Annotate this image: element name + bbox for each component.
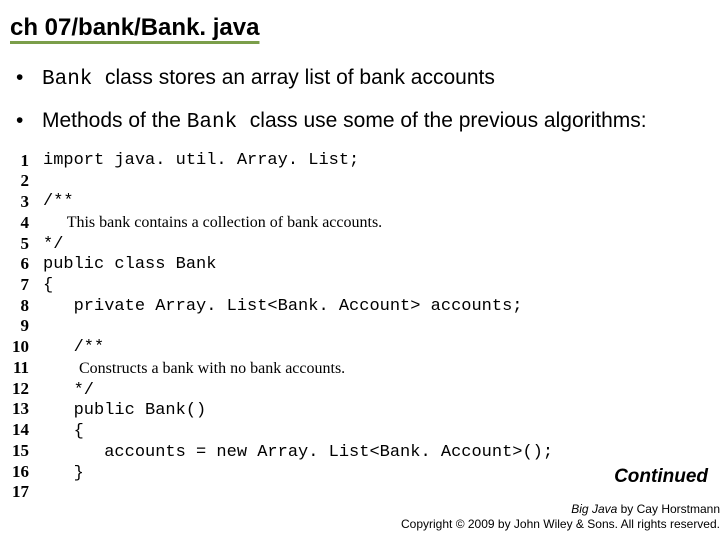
bullet-item: • Methods of the Bank class use some of … xyxy=(16,107,710,136)
bullet-rest: class stores an array list of bank accou… xyxy=(105,66,495,89)
code-line: */ xyxy=(43,235,63,254)
bullet-marker: • xyxy=(16,107,42,136)
bullet-code-span: Bank xyxy=(187,111,250,134)
code-comment: Constructs a bank with no bank accounts. xyxy=(43,360,345,377)
code-line: /** xyxy=(43,338,104,357)
footer-line-1: Big Java by Cay Horstmann xyxy=(401,502,720,517)
code-line: /** xyxy=(43,192,74,211)
bullet-text: Methods of the Bank class use some of th… xyxy=(42,107,710,136)
code-line: private Array. List<Bank. Account> accou… xyxy=(43,297,522,316)
code-content: import java. util. Array. List; /** This… xyxy=(43,151,553,503)
code-line: */ xyxy=(43,381,94,400)
continued-label: Continued xyxy=(614,466,708,488)
footer: Big Java by Cay Horstmann Copyright © 20… xyxy=(401,502,720,532)
code-line: public class Bank xyxy=(43,255,216,274)
bullet-code-span: Bank xyxy=(42,68,105,91)
code-line: } xyxy=(43,464,84,483)
footer-book-title: Big Java xyxy=(571,502,617,516)
code-line: { xyxy=(43,276,53,295)
code-block: 1 2 3 4 5 6 7 8 9 10 11 12 13 14 15 16 1… xyxy=(12,151,710,503)
bullet-tail: class use some of the previous algorithm… xyxy=(250,109,647,132)
footer-author: by Cay Horstmann xyxy=(617,502,720,516)
code-comment: This bank contains a collection of bank … xyxy=(43,214,382,231)
slide-title: ch 07/bank/Bank. java xyxy=(10,14,710,42)
code-line: { xyxy=(43,422,84,441)
code-line: accounts = new Array. List<Bank. Account… xyxy=(43,443,553,462)
code-line: import java. util. Array. List; xyxy=(43,151,359,170)
bullet-marker: • xyxy=(16,64,42,93)
bullet-text: Bank class stores an array list of bank … xyxy=(42,64,710,93)
line-number-gutter: 1 2 3 4 5 6 7 8 9 10 11 12 13 14 15 16 1… xyxy=(12,151,43,503)
code-line: public Bank() xyxy=(43,401,206,420)
bullet-item: • Bank class stores an array list of ban… xyxy=(16,64,710,93)
footer-line-2: Copyright © 2009 by John Wiley & Sons. A… xyxy=(401,517,720,532)
bullet-rest: Methods of the xyxy=(42,109,187,132)
bullet-list: • Bank class stores an array list of ban… xyxy=(16,64,710,137)
